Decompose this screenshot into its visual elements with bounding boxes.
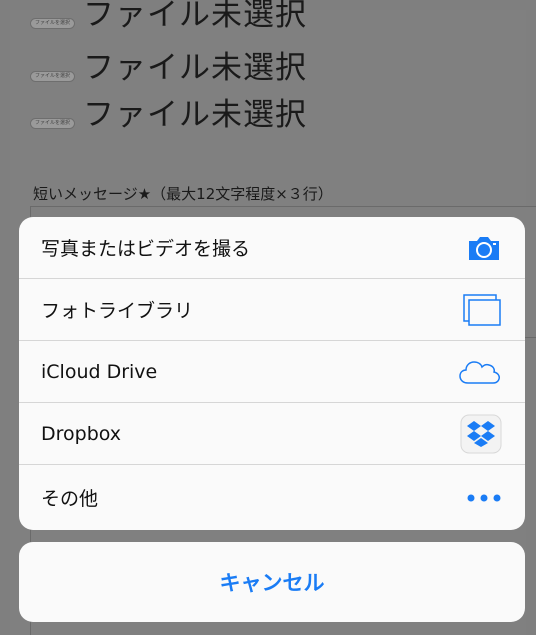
file-status-text: ファイル未選択 [83, 96, 308, 133]
file-input-row[interactable]: ファイルを選択 ファイル未選択 [30, 97, 307, 138]
icloud-icon [458, 358, 502, 386]
file-input-row[interactable]: ファイルを選択 ファイル未選択 [30, 50, 307, 91]
action-icloud-drive[interactable]: iCloud Drive [19, 341, 525, 403]
choose-file-button[interactable]: ファイルを選択 [30, 17, 76, 29]
action-other[interactable]: その他 [19, 465, 525, 530]
action-label: フォトライブラリ [41, 300, 194, 322]
action-photo-library[interactable]: フォトライブラリ [19, 279, 525, 341]
action-label: その他 [41, 488, 99, 510]
action-label: 写真またはビデオを撮る [41, 238, 251, 260]
camera-icon [466, 233, 502, 263]
cancel-button[interactable]: キャンセル [19, 542, 525, 622]
cancel-label: キャンセル [219, 571, 325, 595]
choose-file-button[interactable]: ファイルを選択 [30, 117, 76, 129]
file-input-row[interactable]: ファイルを選択 ファイル未選択 [30, 0, 307, 38]
dropbox-icon [460, 414, 502, 454]
more-icon [466, 493, 502, 503]
message-field-label: 短いメッセージ★（最大12文字程度×３行） [33, 185, 333, 203]
action-dropbox[interactable]: Dropbox [19, 403, 525, 465]
photo-library-icon [462, 293, 502, 327]
action-take-photo-video[interactable]: 写真またはビデオを撮る [19, 217, 525, 279]
file-status-text: ファイル未選択 [83, 49, 308, 86]
action-sheet: 写真またはビデオを撮る フォトライブラリ iCloud Drive Dropbo… [19, 217, 525, 530]
choose-file-button[interactable]: ファイルを選択 [30, 70, 76, 82]
file-status-text: ファイル未選択 [83, 0, 308, 33]
action-label: Dropbox [41, 422, 122, 445]
action-label: iCloud Drive [41, 360, 158, 383]
